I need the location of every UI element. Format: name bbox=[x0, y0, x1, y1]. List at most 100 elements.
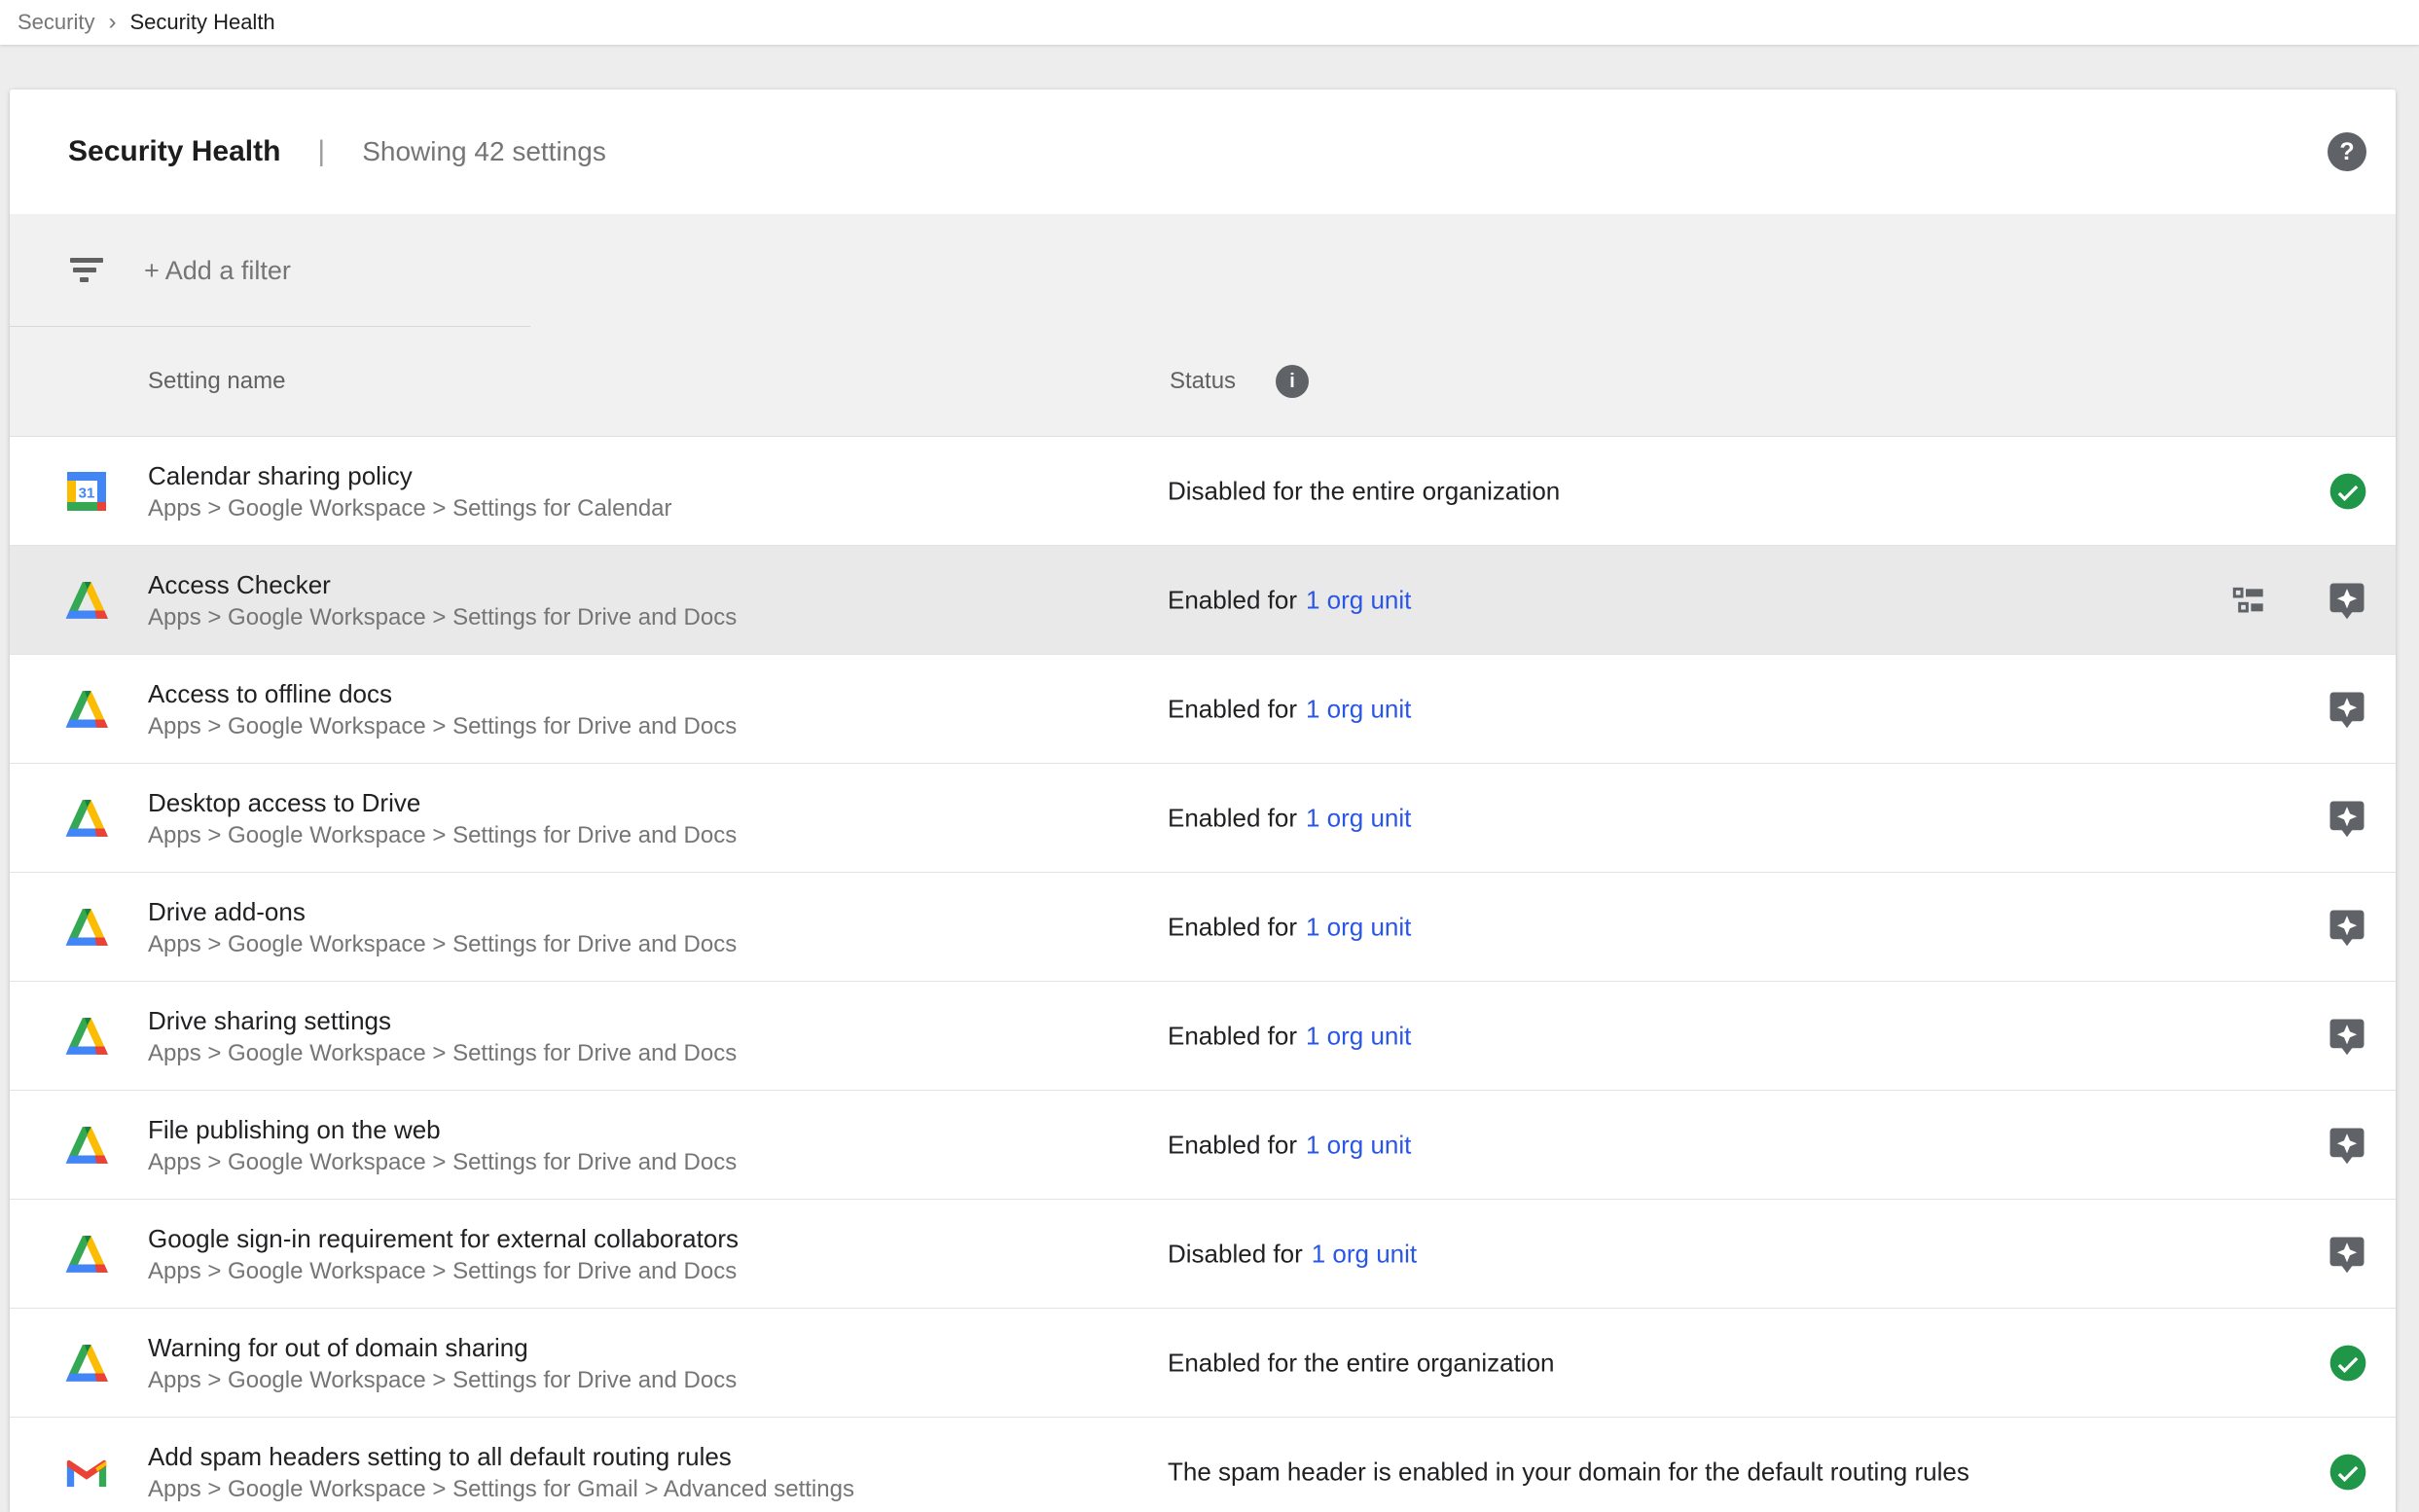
status-text: Enabled for bbox=[1168, 803, 1297, 833]
setting-path: Apps > Google Workspace > Settings for D… bbox=[148, 1038, 737, 1069]
drive-icon bbox=[64, 1126, 109, 1165]
gmail-icon bbox=[65, 1455, 108, 1489]
help-icon[interactable]: ? bbox=[2328, 132, 2366, 171]
app-icon bbox=[64, 906, 109, 949]
setting-title: Drive sharing settings bbox=[148, 1003, 737, 1038]
setting-text: Drive sharing settings Apps > Google Wor… bbox=[148, 1003, 737, 1069]
setting-row[interactable]: Access Checker Apps > Google Workspace >… bbox=[10, 546, 2396, 655]
recommendation-icon[interactable] bbox=[2327, 689, 2367, 730]
status-org-unit-link[interactable]: 1 org unit bbox=[1306, 912, 1411, 942]
status-ok-icon bbox=[2329, 1453, 2367, 1492]
setting-row[interactable]: Warning for out of domain sharing Apps >… bbox=[10, 1309, 2396, 1418]
setting-row[interactable]: Drive add-ons Apps > Google Workspace > … bbox=[10, 873, 2396, 982]
setting-text: Desktop access to Drive Apps > Google Wo… bbox=[148, 785, 737, 851]
status-text: The spam header is enabled in your domai… bbox=[1168, 1457, 1969, 1487]
drive-icon bbox=[64, 1017, 109, 1056]
status-cell: Enabled for the entire organization bbox=[1168, 1348, 1555, 1378]
status-text: Enabled for the entire organization bbox=[1168, 1348, 1555, 1378]
recommendation-icon[interactable] bbox=[2327, 798, 2367, 839]
status-org-unit-link[interactable]: 1 org unit bbox=[1306, 585, 1411, 615]
setting-path: Apps > Google Workspace > Settings for D… bbox=[148, 820, 737, 851]
status-cell: Enabled for 1 org unit bbox=[1168, 1021, 1411, 1051]
table-header-row: Setting name Status i bbox=[10, 327, 2396, 436]
setting-text: Calendar sharing policy Apps > Google Wo… bbox=[148, 458, 672, 524]
status-ok-icon bbox=[2329, 1344, 2367, 1383]
recommendation-icon[interactable] bbox=[2327, 1016, 2367, 1057]
column-header-status: Status bbox=[1170, 368, 1236, 395]
column-header-setting-name: Setting name bbox=[148, 368, 285, 395]
app-icon bbox=[64, 688, 109, 731]
security-health-card: Security Health | Showing 42 settings ? … bbox=[10, 90, 2396, 1512]
rule-settings-icon[interactable] bbox=[2229, 581, 2268, 620]
setting-row[interactable]: Add spam headers setting to all default … bbox=[10, 1418, 2396, 1512]
drive-icon bbox=[64, 799, 109, 838]
status-org-unit-link[interactable]: 1 org unit bbox=[1306, 1130, 1411, 1160]
drive-icon bbox=[64, 1344, 109, 1383]
setting-text: Warning for out of domain sharing Apps >… bbox=[148, 1330, 737, 1396]
setting-row[interactable]: Access to offline docs Apps > Google Wor… bbox=[10, 655, 2396, 764]
setting-path: Apps > Google Workspace > Settings for G… bbox=[148, 1474, 854, 1505]
setting-title: File publishing on the web bbox=[148, 1112, 737, 1147]
status-text: Enabled for bbox=[1168, 912, 1297, 942]
status-text: Disabled for bbox=[1168, 1239, 1303, 1269]
breadcrumb-current: Security Health bbox=[129, 10, 274, 35]
app-icon bbox=[64, 1124, 109, 1167]
app-icon bbox=[64, 579, 109, 622]
recommendation-icon[interactable] bbox=[2327, 1234, 2367, 1275]
status-text: Disabled for the entire organization bbox=[1168, 476, 1560, 506]
status-text: Enabled for bbox=[1168, 694, 1297, 724]
app-icon bbox=[64, 1233, 109, 1276]
add-filter-button[interactable]: + Add a filter bbox=[144, 256, 291, 286]
setting-row[interactable]: File publishing on the web Apps > Google… bbox=[10, 1091, 2396, 1200]
status-text: Enabled for bbox=[1168, 1021, 1297, 1051]
status-org-unit-link[interactable]: 1 org unit bbox=[1312, 1239, 1417, 1269]
breadcrumb-parent-link[interactable]: Security bbox=[18, 10, 94, 35]
status-cell: Enabled for 1 org unit bbox=[1168, 1130, 1411, 1160]
filter-and-header-band: + Add a filter Setting name Status i bbox=[10, 214, 2396, 437]
setting-path: Apps > Google Workspace > Settings for D… bbox=[148, 1256, 739, 1287]
recommendation-icon[interactable] bbox=[2327, 1125, 2367, 1166]
svg-text:31: 31 bbox=[79, 485, 95, 501]
status-org-unit-link[interactable]: 1 org unit bbox=[1306, 694, 1411, 724]
status-org-unit-link[interactable]: 1 org unit bbox=[1306, 1021, 1411, 1051]
app-icon: 31 bbox=[64, 470, 109, 513]
app-icon bbox=[64, 1342, 109, 1385]
app-icon bbox=[64, 1451, 109, 1494]
setting-row[interactable]: 31 Calendar sharing policy Apps > Google… bbox=[10, 437, 2396, 546]
recommendation-icon[interactable] bbox=[2327, 907, 2367, 948]
setting-path: Apps > Google Workspace > Settings for C… bbox=[148, 493, 672, 524]
filter-row: + Add a filter bbox=[10, 214, 2396, 327]
setting-title: Add spam headers setting to all default … bbox=[148, 1439, 854, 1474]
setting-path: Apps > Google Workspace > Settings for D… bbox=[148, 929, 737, 960]
setting-text: Add spam headers setting to all default … bbox=[148, 1439, 854, 1505]
status-cell: The spam header is enabled in your domai… bbox=[1168, 1457, 1969, 1487]
trailing-icons bbox=[2327, 907, 2367, 948]
setting-title: Access Checker bbox=[148, 567, 737, 602]
info-icon[interactable]: i bbox=[1276, 365, 1309, 398]
status-ok-icon bbox=[2329, 472, 2367, 511]
setting-row[interactable]: Desktop access to Drive Apps > Google Wo… bbox=[10, 764, 2396, 873]
breadcrumb-chevron-icon: › bbox=[108, 9, 116, 36]
status-text: Enabled for bbox=[1168, 1130, 1297, 1160]
trailing-icons bbox=[2327, 1234, 2367, 1275]
drive-icon bbox=[64, 908, 109, 947]
card-header: Security Health | Showing 42 settings ? bbox=[10, 90, 2396, 214]
setting-row[interactable]: Google sign-in requirement for external … bbox=[10, 1200, 2396, 1309]
trailing-icons bbox=[2327, 1016, 2367, 1057]
status-org-unit-link[interactable]: 1 org unit bbox=[1306, 803, 1411, 833]
setting-row[interactable]: Drive sharing settings Apps > Google Wor… bbox=[10, 982, 2396, 1091]
status-cell: Enabled for 1 org unit bbox=[1168, 694, 1411, 724]
setting-title: Drive add-ons bbox=[148, 894, 737, 929]
setting-title: Access to offline docs bbox=[148, 676, 737, 711]
setting-path: Apps > Google Workspace > Settings for D… bbox=[148, 711, 737, 742]
settings-count: Showing 42 settings bbox=[362, 136, 606, 167]
trailing-icons bbox=[2229, 580, 2367, 621]
filter-list-icon bbox=[70, 258, 103, 283]
setting-path: Apps > Google Workspace > Settings for D… bbox=[148, 1365, 737, 1396]
calendar-icon: 31 bbox=[67, 472, 106, 511]
page-title: Security Health bbox=[68, 135, 280, 168]
recommendation-icon[interactable] bbox=[2327, 580, 2367, 621]
setting-text: Drive add-ons Apps > Google Workspace > … bbox=[148, 894, 737, 960]
drive-icon bbox=[64, 581, 109, 620]
setting-path: Apps > Google Workspace > Settings for D… bbox=[148, 602, 737, 633]
